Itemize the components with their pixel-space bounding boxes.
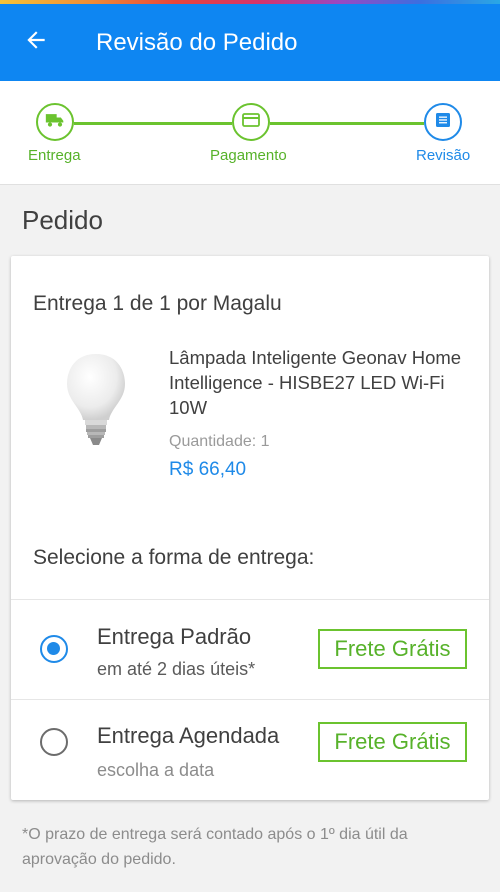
delivery-footnote: *O prazo de entrega será contado após o … — [22, 826, 408, 868]
step-payment — [232, 103, 270, 141]
order-card: Entrega 1 de 1 por Magalu Lâmpada Inteli… — [11, 256, 489, 800]
back-button[interactable] — [0, 4, 76, 81]
shipment-title: Entrega 1 de 1 por Magalu — [33, 292, 282, 315]
step-label-payment: Pagamento — [210, 147, 287, 164]
step-connector — [270, 122, 424, 125]
order-section-title: Pedido — [22, 205, 103, 235]
arrow-left-icon — [23, 27, 49, 58]
step-label-delivery: Entrega — [28, 147, 81, 164]
receipt-list-icon — [435, 112, 451, 133]
option-name: Entrega Agendada — [97, 723, 280, 748]
credit-card-icon — [242, 112, 260, 132]
product-price: R$ 66,40 — [169, 459, 247, 480]
free-shipping-badge: Frete Grátis — [318, 629, 467, 669]
step-label-review: Revisão — [416, 147, 471, 164]
delivery-option-standard[interactable]: Entrega Padrão em até 2 dias úteis* Fret… — [11, 599, 489, 699]
radio-selected[interactable] — [40, 635, 68, 663]
quantity-value: 1 — [260, 433, 270, 450]
delivery-method-title: Selecione a forma de entrega: — [33, 546, 315, 569]
step-review — [424, 103, 462, 141]
product-name[interactable]: Lâmpada Inteligente Geonav Home Intellig… — [169, 345, 469, 420]
app-bar: Revisão do Pedido — [0, 4, 500, 81]
product-image — [61, 348, 131, 458]
step-delivery — [36, 103, 74, 141]
step-connector — [74, 122, 232, 125]
truck-icon — [45, 111, 65, 134]
page-title: Revisão do Pedido — [96, 28, 298, 56]
option-name: Entrega Padrão — [97, 624, 252, 649]
product-quantity: Quantidade: 1 — [169, 433, 270, 451]
free-shipping-badge: Frete Grátis — [318, 722, 467, 762]
option-subtitle: em até 2 dias úteis* — [97, 659, 256, 679]
checkout-stepper: Entrega Pagamento Revisão — [0, 81, 500, 185]
quantity-label: Quantidade: — [169, 433, 257, 450]
option-subtitle: escolha a data — [97, 760, 215, 780]
delivery-option-scheduled[interactable]: Entrega Agendada escolha a data Frete Gr… — [11, 699, 489, 799]
radio-unselected[interactable] — [40, 728, 68, 756]
